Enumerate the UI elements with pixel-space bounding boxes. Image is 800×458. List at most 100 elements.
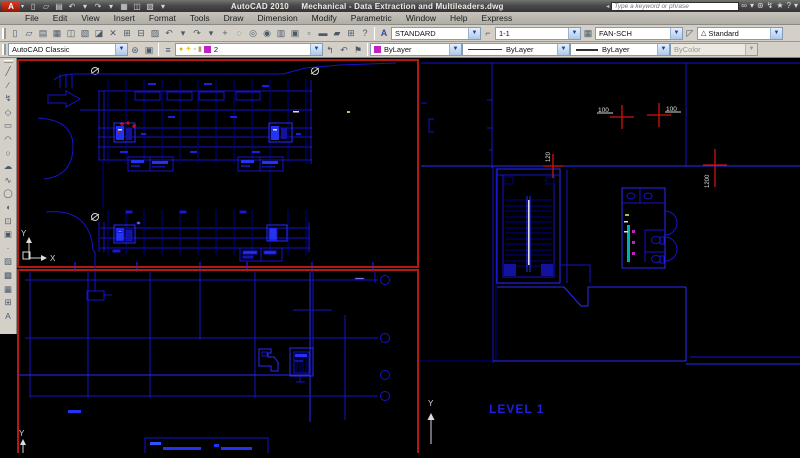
customize-dropdown-icon[interactable]: ▾ bbox=[157, 1, 169, 12]
markup-icon[interactable]: ▰ bbox=[330, 26, 344, 40]
open-icon[interactable]: ▱ bbox=[40, 1, 52, 12]
copy-icon[interactable]: ⊞ bbox=[120, 26, 134, 40]
table-style-combo[interactable]: FAN-SCH ▼ bbox=[595, 26, 683, 40]
dim-style-combo[interactable]: 1-1 ▼ bbox=[495, 26, 581, 40]
viewport-2[interactable]: Y bbox=[17, 269, 419, 458]
undo-dropdown-icon[interactable]: ▾ bbox=[79, 1, 91, 12]
spline-icon[interactable]: ∿ bbox=[1, 172, 15, 187]
undo-icon[interactable]: ↶ bbox=[162, 26, 176, 40]
tool-palettes-icon[interactable]: ▫ bbox=[302, 26, 316, 40]
point-icon[interactable]: ∙ bbox=[1, 240, 15, 255]
my-workspace-icon[interactable]: ▣ bbox=[142, 42, 156, 57]
make-object-layer-current-icon[interactable]: ↰ bbox=[323, 42, 337, 57]
app-menu-button[interactable]: A bbox=[2, 0, 20, 12]
revision-cloud-icon[interactable]: ☁ bbox=[1, 159, 15, 173]
table-icon[interactable]: ⊞ bbox=[1, 295, 15, 309]
chevron-down-icon[interactable]: ▼ bbox=[449, 44, 461, 55]
line-icon[interactable]: ╱ bbox=[1, 64, 15, 78]
properties-icon[interactable]: ▥ bbox=[274, 26, 288, 40]
infocenter-search-input[interactable] bbox=[611, 1, 740, 11]
menu-insert[interactable]: Insert bbox=[107, 12, 142, 24]
layer-lock-icon[interactable]: ▮ bbox=[198, 44, 202, 55]
drawing-canvas[interactable]: Y X Y 100 100 120 1200 LEVEL 1 Y bbox=[0, 58, 800, 458]
toolbar-grip[interactable] bbox=[2, 27, 6, 39]
new-icon[interactable]: ▯ bbox=[27, 1, 39, 12]
redo-icon[interactable]: ↷ bbox=[92, 1, 104, 12]
plot-preview-icon[interactable]: ◫ bbox=[131, 1, 143, 12]
comm-center-icon[interactable]: ⊛ bbox=[757, 1, 764, 11]
polygon-icon[interactable]: ◇ bbox=[1, 104, 15, 119]
ellipse-arc-icon[interactable]: ◖ bbox=[1, 199, 15, 214]
publish-icon[interactable]: ▧ bbox=[78, 26, 92, 40]
app-menu-arrow-icon[interactable]: ▾ bbox=[21, 3, 24, 10]
pan-icon[interactable]: + bbox=[218, 26, 232, 40]
infocenter-collapse-icon[interactable]: ◂ bbox=[606, 3, 609, 10]
help-icon[interactable]: ? bbox=[358, 26, 372, 40]
circle-icon[interactable]: ○ bbox=[1, 145, 15, 160]
chevron-down-icon[interactable]: ▼ bbox=[557, 44, 569, 55]
chevron-down-icon[interactable]: ▼ bbox=[115, 44, 127, 55]
zoom-window-icon[interactable]: ◎ bbox=[246, 26, 260, 40]
gradient-icon[interactable]: ▩ bbox=[1, 267, 15, 282]
layer-freeze-sun-icon[interactable]: ☀ bbox=[185, 44, 191, 55]
menu-express[interactable]: Express bbox=[475, 12, 520, 24]
redo-icon[interactable]: ↷ bbox=[190, 26, 204, 40]
sheet-set-manager-icon[interactable]: ▬ bbox=[316, 26, 330, 40]
chevron-down-icon[interactable]: ▼ bbox=[670, 27, 682, 39]
layer-previous-icon[interactable]: ↶ bbox=[337, 42, 351, 57]
chevron-down-icon[interactable]: ▼ bbox=[310, 44, 322, 55]
insert-block-icon[interactable]: ⊡ bbox=[1, 213, 15, 228]
chevron-down-icon[interactable]: ▼ bbox=[468, 27, 480, 39]
menu-view[interactable]: View bbox=[74, 12, 106, 24]
help-dropdown-icon[interactable]: ▾ bbox=[794, 1, 798, 11]
quickcalc-icon[interactable]: ⊞ bbox=[344, 26, 358, 40]
publish-icon[interactable]: ▧ bbox=[144, 1, 156, 12]
qsave-icon[interactable]: ▤ bbox=[36, 26, 50, 40]
text-style-combo[interactable]: STANDARD ▼ bbox=[391, 26, 481, 40]
workspace-settings-icon[interactable]: ⊛ bbox=[128, 42, 142, 57]
chevron-down-icon[interactable]: ▼ bbox=[770, 27, 782, 39]
arc-icon[interactable]: ◠ bbox=[1, 131, 15, 146]
mleader-style-combo[interactable]: △ Standard ▼ bbox=[697, 26, 783, 40]
multiline-text-icon[interactable]: A bbox=[1, 308, 15, 323]
match-properties-icon[interactable]: ▨ bbox=[148, 26, 162, 40]
dim-style-icon[interactable]: ⌐ bbox=[481, 26, 495, 40]
menu-edit[interactable]: Edit bbox=[46, 12, 75, 24]
redo-dropdown-icon[interactable]: ▾ bbox=[105, 1, 117, 12]
layer-on-bulb-icon[interactable]: ● bbox=[179, 44, 183, 55]
save-icon[interactable]: ▤ bbox=[53, 1, 65, 12]
zoom-previous-icon[interactable]: ◉ bbox=[260, 26, 274, 40]
redo-dropdown-icon[interactable]: ▾ bbox=[204, 26, 218, 40]
plot-preview-icon[interactable]: ◫ bbox=[64, 26, 78, 40]
toolbar-grip[interactable] bbox=[2, 44, 6, 55]
layer-plot-icon[interactable]: ▫ bbox=[194, 44, 196, 55]
workspace-combo[interactable]: AutoCAD Classic ▼ bbox=[8, 43, 128, 56]
plot-icon[interactable]: ▦ bbox=[118, 1, 130, 12]
menu-dimension[interactable]: Dimension bbox=[251, 12, 305, 24]
3ddwf-icon[interactable]: ◪ bbox=[92, 26, 106, 40]
menu-draw[interactable]: Draw bbox=[217, 12, 251, 24]
zoom-realtime-icon[interactable]: ◌ bbox=[232, 26, 246, 40]
undo-dropdown-icon[interactable]: ▾ bbox=[176, 26, 190, 40]
layer-properties-manager-icon[interactable]: ≡ bbox=[161, 42, 175, 57]
model-space[interactable]: Y X Y 100 100 120 1200 LEVEL 1 Y bbox=[0, 58, 800, 458]
mleader-style-icon[interactable]: ◸ bbox=[683, 26, 697, 40]
favorites-icon[interactable]: ★ bbox=[776, 1, 783, 11]
layer-states-icon[interactable]: ⚑ bbox=[351, 42, 365, 57]
ellipse-icon[interactable]: ◯ bbox=[1, 186, 15, 200]
chevron-down-icon[interactable]: ▼ bbox=[657, 44, 669, 55]
rectangle-icon[interactable]: ▭ bbox=[1, 118, 15, 132]
paste-icon[interactable]: ⊟ bbox=[134, 26, 148, 40]
viewport-3[interactable]: 100 100 120 1200 LEVEL 1 Y bbox=[419, 62, 800, 444]
region-icon[interactable]: ▦ bbox=[1, 281, 15, 296]
linetype-control-combo[interactable]: ByLayer ▼ bbox=[462, 43, 570, 56]
subscription-icon[interactable]: ↯ bbox=[767, 1, 774, 11]
viewport-1[interactable]: Y X bbox=[17, 59, 419, 301]
open-icon[interactable]: ▱ bbox=[22, 26, 36, 40]
cut-icon[interactable]: ✕ bbox=[106, 26, 120, 40]
chevron-down-icon[interactable]: ▼ bbox=[568, 27, 580, 39]
search-dropdown-icon[interactable]: ▾ bbox=[750, 1, 754, 11]
polyline-icon[interactable]: ↯ bbox=[1, 91, 15, 105]
menu-window[interactable]: Window bbox=[399, 12, 443, 24]
designcenter-icon[interactable]: ▣ bbox=[288, 26, 302, 40]
